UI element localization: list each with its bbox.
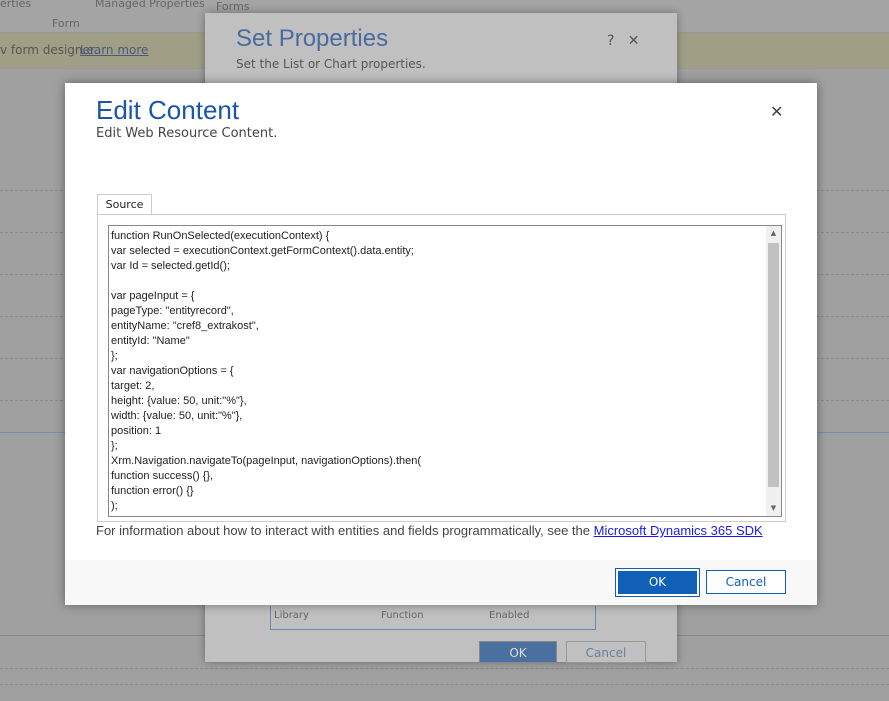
- scrollbar[interactable]: ▲ ▼: [766, 226, 781, 516]
- ribbon-group-label: Form: [52, 17, 80, 30]
- managed-properties-button[interactable]: Managed Properties: [95, 0, 205, 10]
- dialog-subtitle: Edit Web Resource Content.: [96, 126, 278, 141]
- ok-button[interactable]: OK: [615, 568, 700, 597]
- column-header[interactable]: Library: [274, 610, 309, 621]
- close-icon[interactable]: ✕: [628, 33, 640, 49]
- edit-content-dialog: Edit Content Edit Web Resource Content. …: [65, 83, 817, 605]
- dialog-footer: OK Cancel: [65, 560, 817, 605]
- code-text[interactable]: function RunOnSelected(executionContext)…: [111, 229, 421, 514]
- scroll-up-icon[interactable]: ▲: [766, 226, 781, 241]
- sdk-link[interactable]: Microsoft Dynamics 365 SDK: [594, 523, 763, 538]
- dialog-title: Edit Content: [96, 95, 240, 125]
- tab-source[interactable]: Source: [97, 194, 152, 215]
- scrollbar-thumb[interactable]: [768, 243, 779, 487]
- ok-button[interactable]: OK: [479, 641, 557, 663]
- column-header[interactable]: Enabled: [489, 610, 529, 621]
- forms-button[interactable]: Forms: [216, 0, 249, 13]
- learn-more-link[interactable]: Learn more: [80, 43, 148, 57]
- scroll-down-icon[interactable]: ▼: [766, 501, 781, 516]
- cancel-button[interactable]: Cancel: [706, 570, 786, 594]
- column-header[interactable]: Function: [381, 610, 424, 621]
- dialog-subtitle: Set the List or Chart properties.: [236, 57, 426, 71]
- cancel-button[interactable]: Cancel: [566, 641, 646, 663]
- event-handlers-grid: Library Function Enabled: [270, 606, 596, 630]
- help-icon[interactable]: ?: [607, 33, 614, 49]
- source-panel: function RunOnSelected(executionContext)…: [97, 214, 786, 522]
- code-editor[interactable]: function RunOnSelected(executionContext)…: [108, 225, 782, 517]
- info-text: For information about how to interact wi…: [96, 523, 763, 538]
- close-icon[interactable]: ✕: [770, 102, 783, 121]
- dialog-title: Set Properties: [236, 25, 389, 52]
- ribbon-item[interactable]: erties: [0, 0, 31, 10]
